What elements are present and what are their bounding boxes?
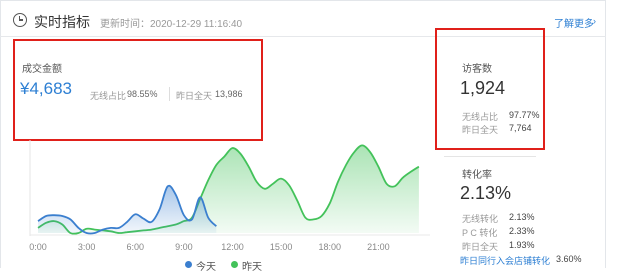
legend-today-marker[interactable]	[185, 261, 192, 268]
series-area-today	[38, 185, 217, 234]
x-tick-label: 18:00	[318, 242, 341, 252]
x-tick-label: 6:00	[126, 242, 144, 252]
x-tick-label: 15:00	[270, 242, 293, 252]
realtime-trend-chart: 0:00 3:00 6:00 9:00 12:00 15:00 18:00 21:00	[29, 140, 430, 252]
x-tick-label: 3:00	[78, 242, 96, 252]
x-tick-label: 12:00	[221, 242, 244, 252]
legend-today-label[interactable]: 今天	[196, 258, 216, 273]
x-tick-label: 21:00	[367, 242, 390, 252]
series-area-yesterday	[38, 145, 419, 234]
legend-yesterday-label[interactable]: 昨天	[242, 258, 262, 273]
legend-yesterday-marker[interactable]	[231, 261, 238, 268]
x-tick-label: 9:00	[175, 242, 193, 252]
x-tick-label: 0:00	[29, 242, 47, 252]
